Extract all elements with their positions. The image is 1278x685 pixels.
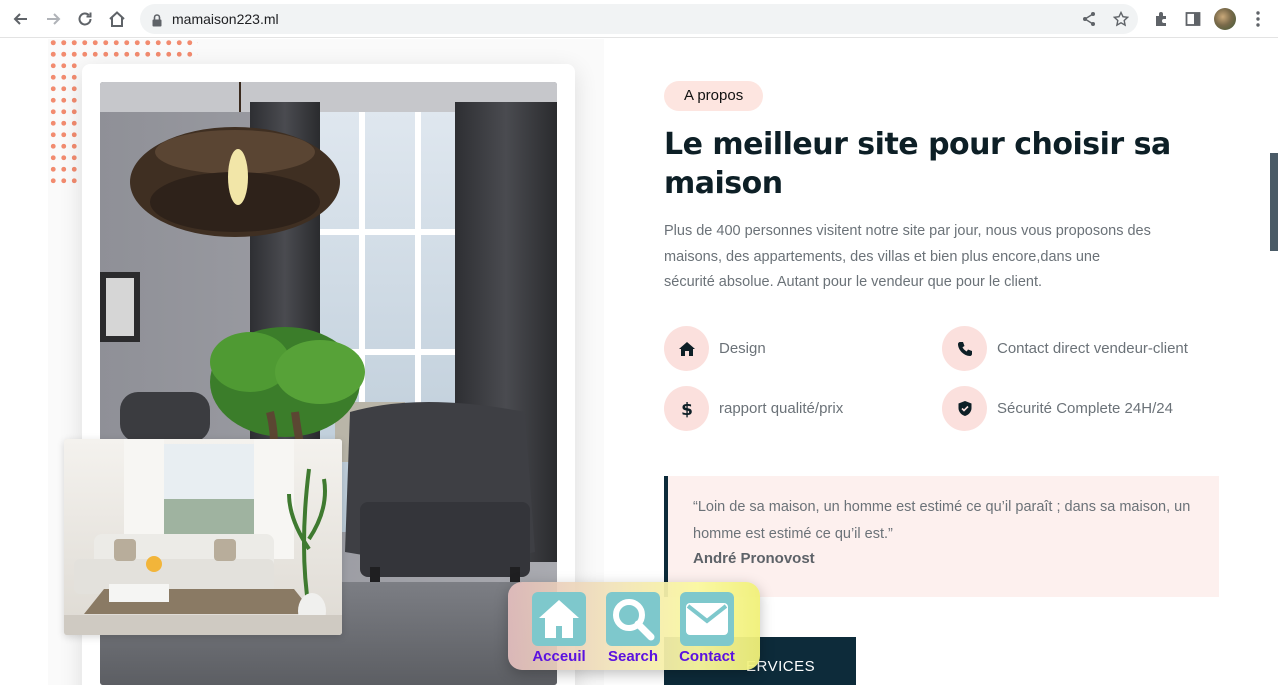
quote-author: André Pronovost xyxy=(693,550,815,567)
feature-label: rapport qualité/prix xyxy=(719,400,844,417)
back-button[interactable] xyxy=(9,7,33,31)
dollar-icon: $ xyxy=(664,386,709,431)
quote-block: “Loin de sa maison, un homme est estimé … xyxy=(664,476,1219,597)
forward-arrow-icon xyxy=(47,13,61,25)
section-description: Plus de 400 personnes visitent notre sit… xyxy=(664,223,1151,290)
interior-photo-small xyxy=(64,439,342,635)
about-section: A propos Le meilleur site pour choisir s… xyxy=(0,39,1278,685)
reload-button[interactable] xyxy=(73,7,97,31)
home-icon xyxy=(664,326,709,371)
feature-contact: Contact direct vendeur-client xyxy=(942,326,1188,371)
lock-icon xyxy=(152,12,162,31)
mail-icon xyxy=(680,592,734,646)
bookmark-star-icon[interactable] xyxy=(1112,10,1130,28)
feature-label: Design xyxy=(719,340,766,357)
dock-item-home[interactable]: Acceuil xyxy=(524,592,594,665)
dock-item-contact[interactable]: Contact xyxy=(672,592,742,665)
feature-security: Sécurité Complete 24H/24 xyxy=(942,386,1173,431)
svg-text:$: $ xyxy=(681,400,693,418)
home-icon xyxy=(532,592,586,646)
side-panel-icon[interactable] xyxy=(1183,9,1203,29)
home-button[interactable] xyxy=(105,7,129,31)
feature-label: Contact direct vendeur-client xyxy=(997,340,1188,357)
profile-avatar[interactable] xyxy=(1214,8,1236,30)
shield-icon xyxy=(942,386,987,431)
section-title: Le meilleur site pour choisir sa maison xyxy=(664,127,1171,201)
search-icon xyxy=(606,592,660,646)
dock-label[interactable]: Contact xyxy=(672,648,742,665)
scroll-indicator[interactable] xyxy=(1270,153,1278,251)
dock-label[interactable]: Search xyxy=(598,648,668,665)
dock-label[interactable]: Acceuil xyxy=(524,648,594,665)
home-outline-icon xyxy=(109,11,125,27)
dock-item-search[interactable]: Search xyxy=(598,592,668,665)
feature-price: $ rapport qualité/prix xyxy=(664,386,843,431)
address-bar[interactable]: mamaison223.ml xyxy=(140,4,1138,34)
share-icon[interactable] xyxy=(1080,10,1098,28)
quote-text: “Loin de sa maison, un homme est estimé … xyxy=(693,499,1191,542)
menu-kebab-icon[interactable] xyxy=(1248,9,1268,29)
browser-toolbar: mamaison223.ml xyxy=(0,0,1278,38)
back-arrow-icon xyxy=(13,13,27,25)
extensions-icon[interactable] xyxy=(1151,9,1171,29)
forward-button[interactable] xyxy=(41,7,65,31)
feature-label: Sécurité Complete 24H/24 xyxy=(997,400,1173,417)
phone-icon xyxy=(942,326,987,371)
url-text[interactable]: mamaison223.ml xyxy=(172,11,279,27)
feature-design: Design xyxy=(664,326,766,371)
reload-icon xyxy=(78,12,92,26)
section-badge: A propos xyxy=(664,81,764,111)
decorative-dot-row xyxy=(48,39,198,61)
floating-nav-dock: Acceuil Search Contact xyxy=(508,582,760,670)
